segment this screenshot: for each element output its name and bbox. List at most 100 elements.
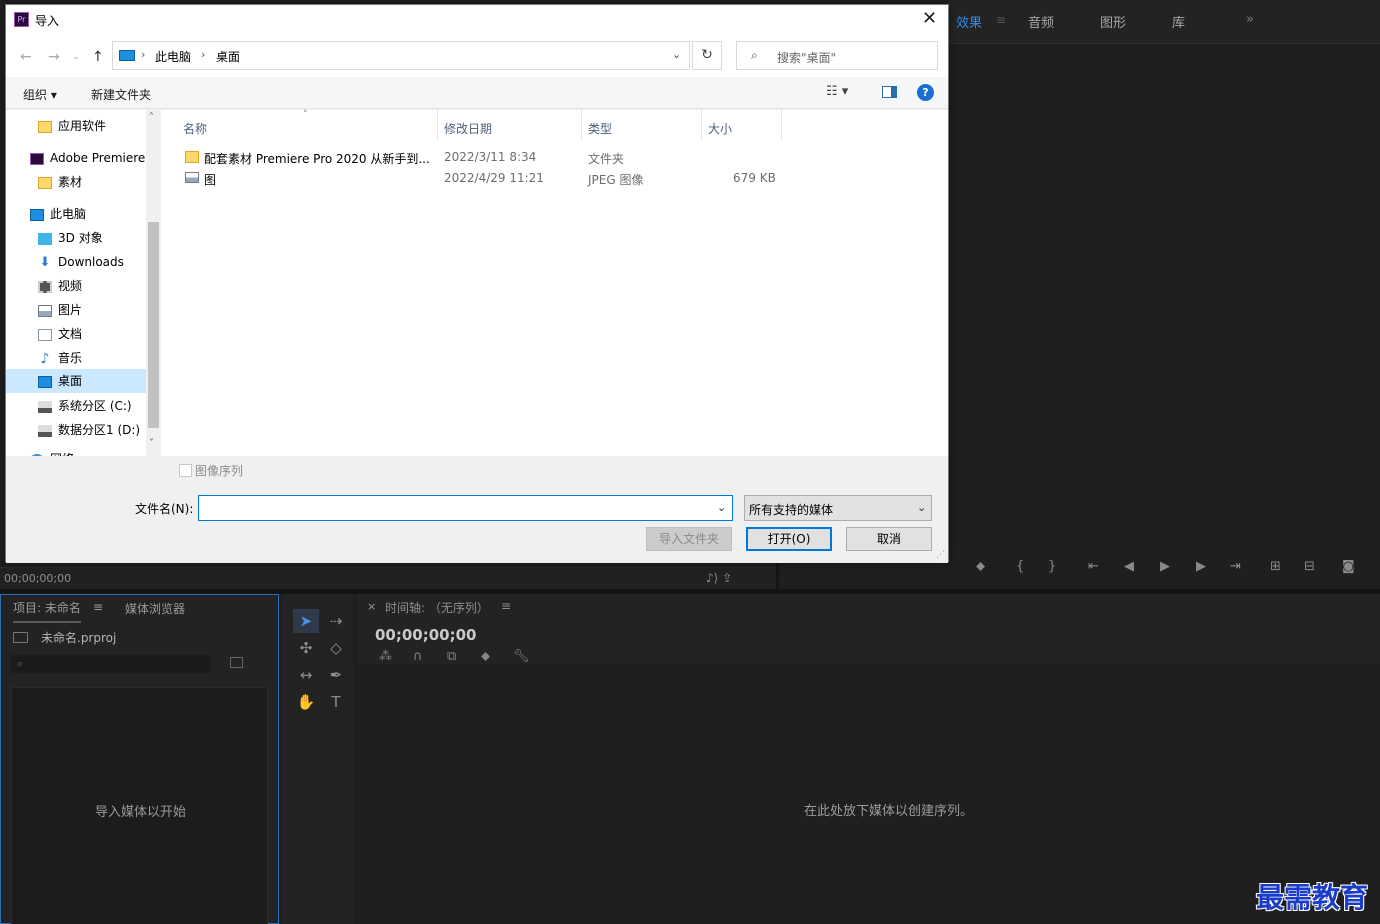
mark-in-icon[interactable]: { xyxy=(1016,559,1024,574)
search-input[interactable]: ⌕ 搜索"桌面" xyxy=(736,41,938,70)
tab-graphics[interactable]: 图形 xyxy=(1100,12,1126,31)
recent-dropdown-icon[interactable]: ⌄ xyxy=(72,52,80,62)
chevron-down-icon[interactable]: ⌄ xyxy=(717,501,726,514)
source-export-icons[interactable]: ♪⟩ ⇪ xyxy=(706,571,732,585)
dialog-title-bar[interactable]: Pr 导入 ✕ xyxy=(6,5,948,35)
go-to-in-icon[interactable]: ⇤ xyxy=(1088,559,1099,574)
chevron-right-icon[interactable]: › xyxy=(141,48,145,61)
project-search-input[interactable] xyxy=(11,655,211,673)
type-tool-icon[interactable]: T xyxy=(323,690,349,714)
column-divider[interactable] xyxy=(701,110,702,140)
nav-item-apps[interactable]: 应用软件 xyxy=(38,115,106,137)
nav-item-network[interactable]: 网络 xyxy=(30,448,74,456)
chevron-right-icon[interactable]: › xyxy=(201,48,205,61)
nav-item-materials[interactable]: 素材 xyxy=(38,171,82,193)
file-row-folder[interactable]: 配套素材 Premiere Pro 2020 从新手到... 2022/3/11… xyxy=(161,148,948,168)
nav-item-videos[interactable]: 视频 xyxy=(38,275,82,297)
refresh-icon[interactable]: ↻ xyxy=(692,41,722,70)
track-select-tool-icon[interactable]: ⇢ xyxy=(323,609,349,633)
column-divider[interactable] xyxy=(781,110,782,140)
nav-item-downloads[interactable]: ⬇ Downloads xyxy=(38,251,124,273)
close-icon[interactable]: × xyxy=(367,600,376,613)
resize-grip-icon[interactable]: ⋰ xyxy=(936,550,945,560)
hamburger-icon[interactable]: ≡ xyxy=(93,600,103,614)
double-chevron-right-icon[interactable]: » xyxy=(1246,12,1254,27)
chevron-up-icon[interactable]: ˄ xyxy=(149,112,154,123)
step-back-icon[interactable]: ◀ xyxy=(1124,559,1134,574)
play-icon[interactable]: ▶ xyxy=(1160,559,1170,574)
mark-out-icon[interactable]: } xyxy=(1048,559,1056,574)
file-type-select[interactable]: 所有支持的媒体 ⌄ xyxy=(744,495,932,521)
column-divider[interactable] xyxy=(581,110,582,140)
selection-tool-icon[interactable]: ➤ xyxy=(293,609,319,633)
linked-selection-icon[interactable]: ⧉ xyxy=(447,649,456,664)
help-icon[interactable]: ? xyxy=(917,84,934,101)
tab-media-browser[interactable]: 媒体浏览器 xyxy=(125,600,185,617)
extract-icon[interactable]: ⊟ xyxy=(1304,559,1315,574)
up-arrow-icon[interactable]: ↑ xyxy=(92,49,104,65)
project-folder-icon xyxy=(13,632,28,643)
nav-scrollbar[interactable]: ˄ ˅ xyxy=(146,110,161,456)
chevron-down-icon[interactable]: ˅ xyxy=(149,438,154,449)
back-arrow-icon[interactable]: ← xyxy=(20,49,32,65)
step-forward-icon[interactable]: ▶ xyxy=(1196,559,1206,574)
ripple-edit-tool-icon[interactable]: ✣ xyxy=(293,636,319,660)
column-header-type[interactable]: 类型 xyxy=(588,120,612,137)
nav-item-drive-c[interactable]: 系统分区 (C:) xyxy=(38,395,132,417)
marker-icon[interactable]: ⬥ xyxy=(976,559,985,574)
view-options-icon[interactable]: ☷ ▾ xyxy=(826,84,848,99)
pen-tool-icon[interactable]: ✒ xyxy=(323,663,349,687)
nav-item-documents[interactable]: 文档 xyxy=(38,323,82,345)
tab-project[interactable]: 项目: 未命名 xyxy=(13,599,81,623)
close-icon[interactable]: ✕ xyxy=(922,8,937,29)
organize-button[interactable]: 组织 ▾ xyxy=(23,86,57,103)
nav-item-adobe-premiere[interactable]: Adobe Premiere xyxy=(30,147,145,169)
cancel-button[interactable]: 取消 xyxy=(846,527,932,551)
new-folder-button[interactable]: 新建文件夹 xyxy=(91,86,151,103)
column-header-date[interactable]: 修改日期 xyxy=(444,120,492,137)
filename-field[interactable]: ⌄ xyxy=(198,495,733,521)
column-header-size[interactable]: 大小 xyxy=(708,120,732,137)
import-folder-button[interactable]: 导入文件夹 xyxy=(646,527,732,551)
hamburger-icon[interactable]: ≡ xyxy=(501,599,511,613)
nav-item-desktop[interactable]: 桌面 xyxy=(6,369,146,393)
tab-timeline[interactable]: 时间轴: （无序列） xyxy=(385,599,489,616)
add-marker-icon[interactable]: ⬥ xyxy=(481,649,490,664)
hamburger-icon[interactable]: ≡ xyxy=(996,13,1006,27)
nav-item-drive-d[interactable]: 数据分区1 (D:) xyxy=(38,419,140,441)
column-header-name[interactable]: 名称 xyxy=(183,120,207,137)
new-bin-icon[interactable] xyxy=(230,657,243,668)
address-bar[interactable]: › 此电脑 › 桌面 ⌄ xyxy=(112,41,690,70)
nav-item-pictures[interactable]: 图片 xyxy=(38,299,82,321)
preview-pane-icon[interactable] xyxy=(882,86,897,98)
chevron-down-icon[interactable]: ⌄ xyxy=(672,48,681,61)
forward-arrow-icon[interactable]: → xyxy=(48,49,60,65)
image-sequence-checkbox[interactable] xyxy=(179,464,192,477)
project-drop-area[interactable]: 导入媒体以开始 xyxy=(11,687,268,924)
tab-audio[interactable]: 音频 xyxy=(1028,12,1054,31)
nav-item-music[interactable]: ♪ 音乐 xyxy=(38,347,82,369)
snap-icon[interactable]: ∩ xyxy=(413,649,423,664)
razor-tool-icon[interactable]: ◇ xyxy=(323,636,349,660)
hand-tool-icon[interactable]: ✋ xyxy=(293,690,319,714)
nav-item-this-pc[interactable]: 此电脑 xyxy=(30,203,86,225)
nav-item-3d-objects[interactable]: 3D 对象 xyxy=(38,227,103,249)
column-divider[interactable] xyxy=(437,110,438,140)
open-button[interactable]: 打开(O) xyxy=(746,527,832,551)
breadcrumb-desktop[interactable]: 桌面 xyxy=(216,48,240,65)
timeline-track-area[interactable]: 在此处放下媒体以创建序列。 xyxy=(357,664,1380,924)
tab-libraries[interactable]: 库 xyxy=(1172,12,1185,31)
tab-effects[interactable]: 效果 xyxy=(956,12,982,31)
wrench-icon[interactable]: 🔧︎ xyxy=(513,649,530,664)
camera-icon[interactable]: ◙ xyxy=(1342,559,1355,574)
workspace-bar: 效果 ≡ 音频 图形 库 » xyxy=(948,0,1380,44)
slip-tool-icon[interactable]: ↔ xyxy=(293,663,319,687)
lift-icon[interactable]: ⊞ xyxy=(1270,559,1281,574)
timeline-timecode[interactable]: 00;00;00;00 xyxy=(375,626,477,644)
go-to-out-icon[interactable]: ⇥ xyxy=(1230,559,1241,574)
drive-icon xyxy=(38,400,52,413)
nest-icon[interactable]: ⁂ xyxy=(379,649,392,664)
breadcrumb-this-pc[interactable]: 此电脑 xyxy=(155,48,191,65)
scrollbar-thumb[interactable] xyxy=(148,222,159,428)
file-row-image[interactable]: 图 2022/4/29 11:21 JPEG 图像 679 KB xyxy=(161,169,948,189)
